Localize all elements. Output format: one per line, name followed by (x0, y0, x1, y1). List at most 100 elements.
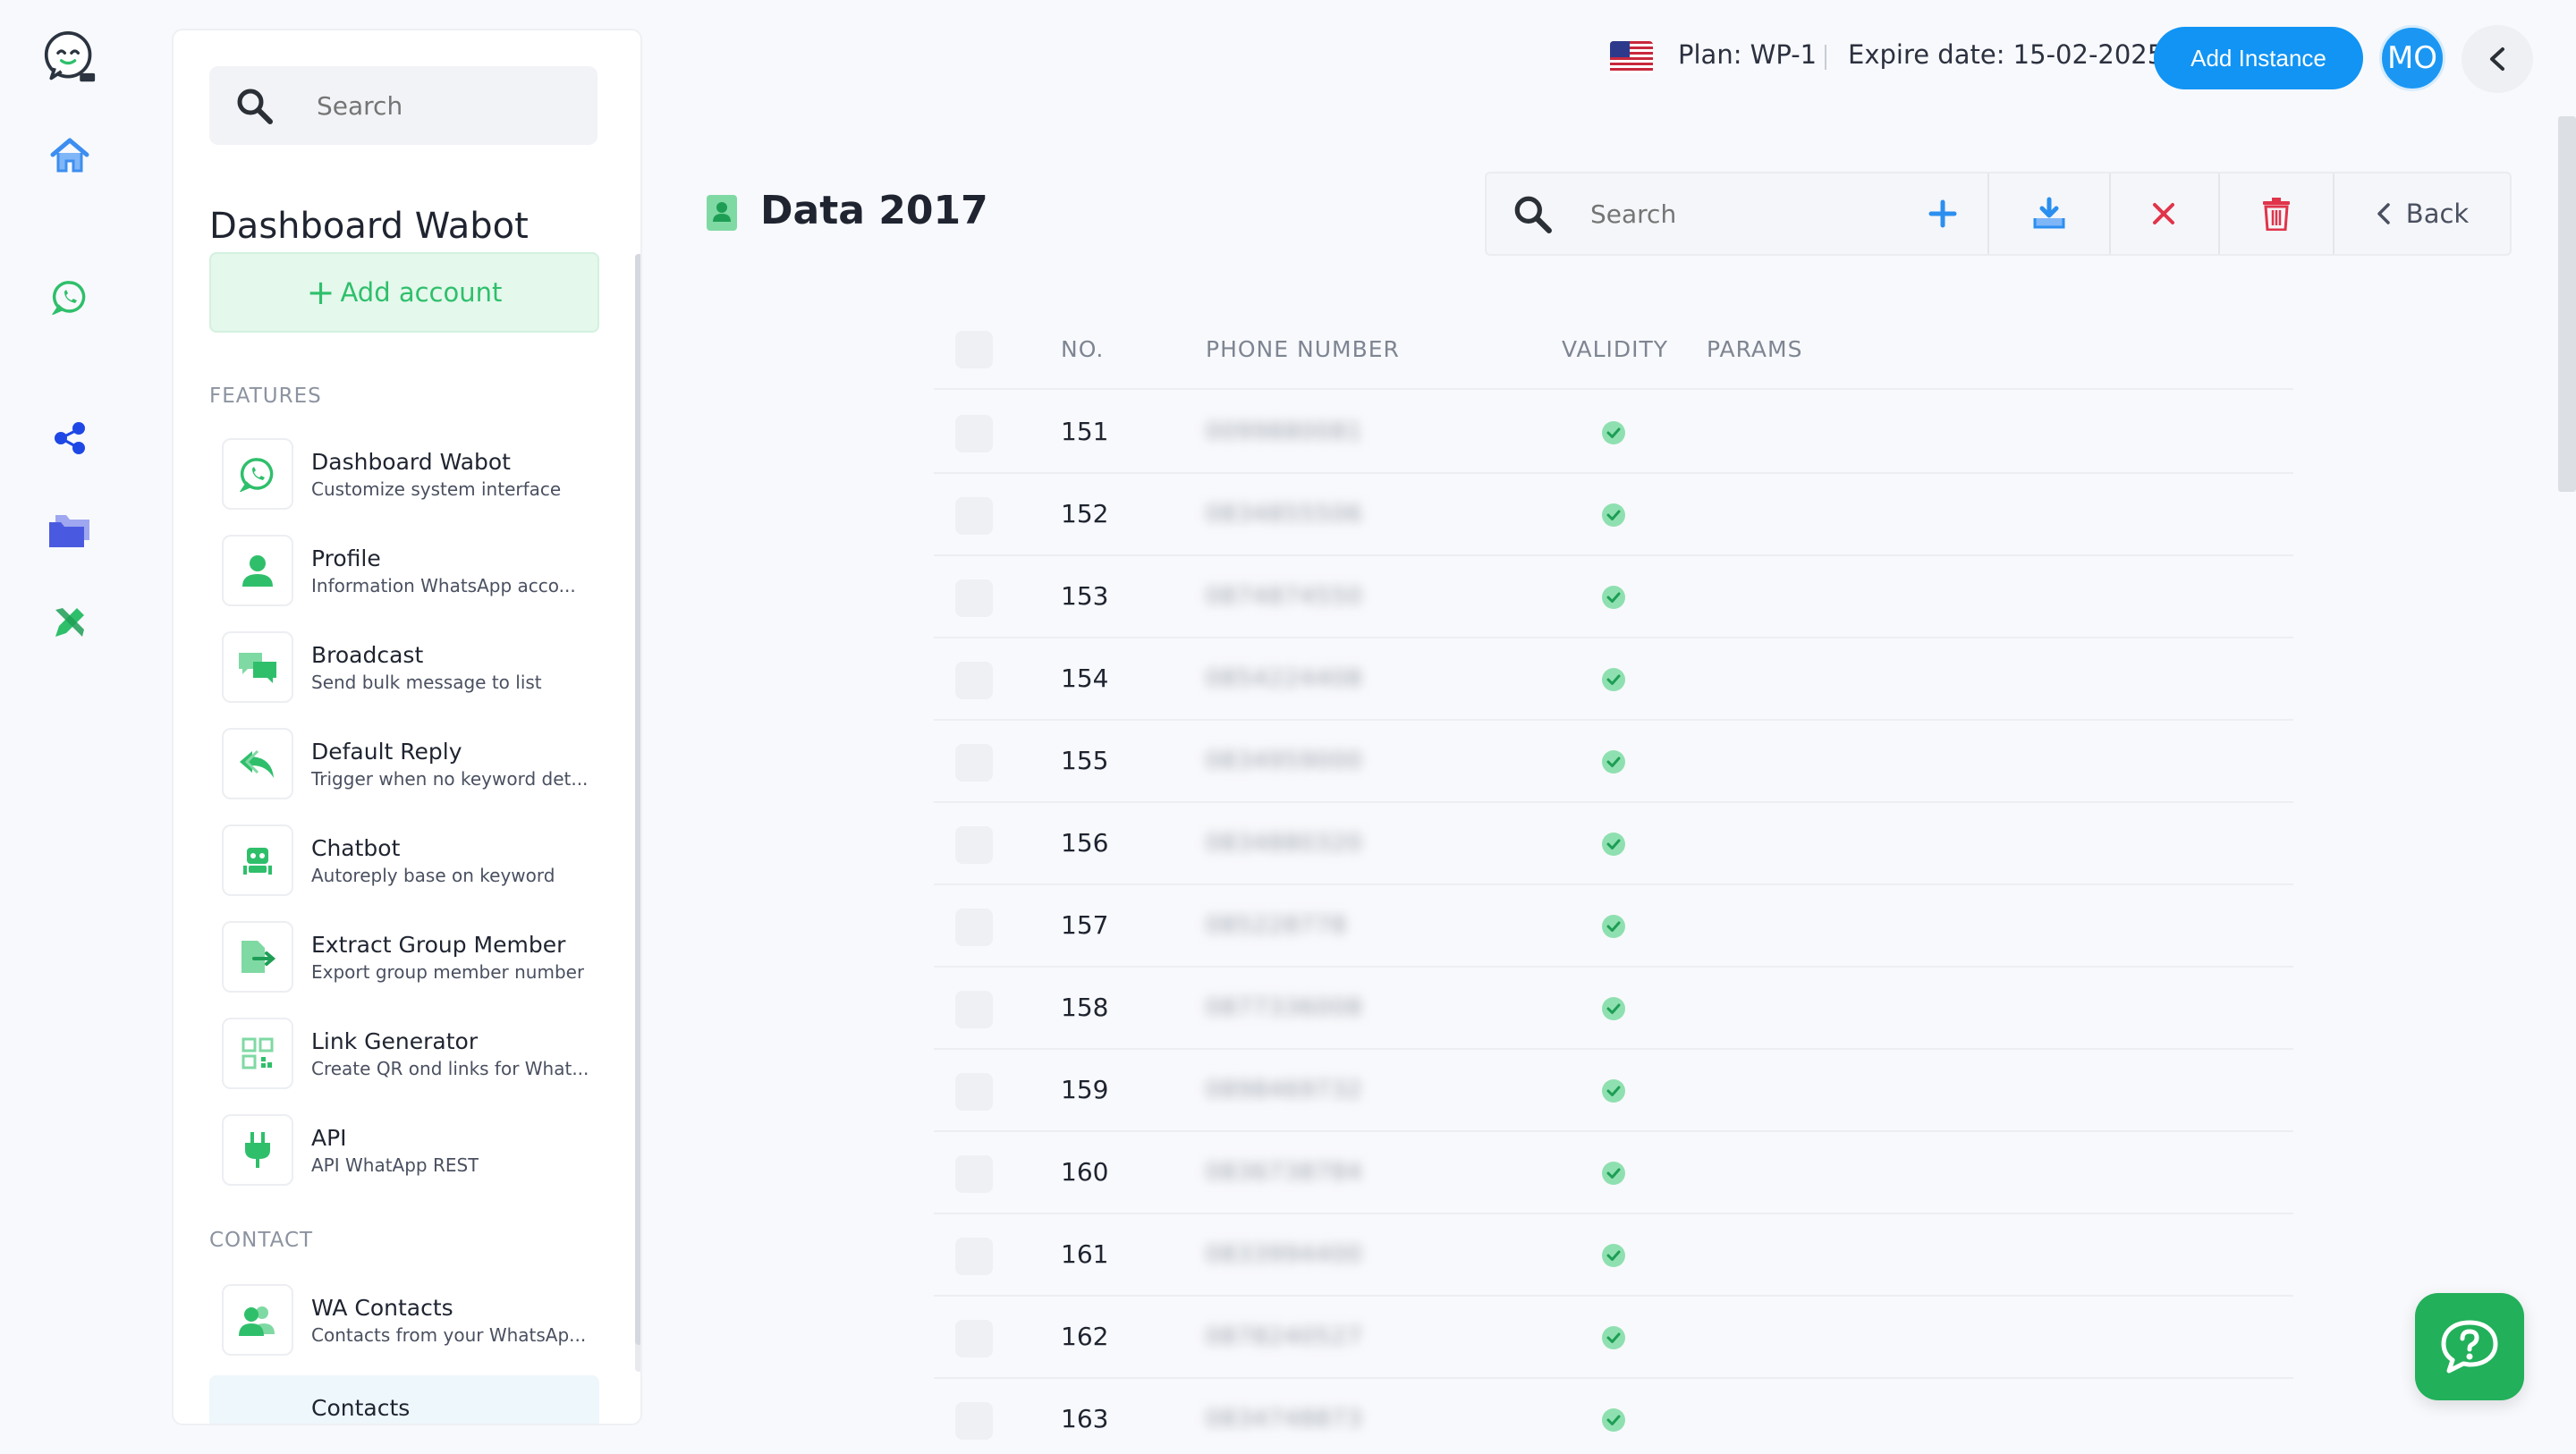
sidebar-item-profile[interactable]: Profile Information WhatsApp acco... (222, 533, 597, 608)
row-number: 161 (1061, 1239, 1109, 1269)
select-all-checkbox[interactable] (955, 331, 993, 368)
sidebar-scrollbar[interactable] (635, 254, 640, 1372)
item-title: Link Generator (311, 1027, 479, 1054)
table-row[interactable]: 152 0834855506 (934, 474, 2293, 556)
table-row[interactable]: 163 0834748873 (934, 1379, 2293, 1454)
item-title: Extract Group Member (311, 931, 566, 958)
add-button[interactable] (1907, 173, 1979, 254)
row-number: 151 (1061, 417, 1109, 446)
add-instance-button[interactable]: Add Instance (2154, 27, 2363, 89)
header-params[interactable]: PARAMS (1707, 336, 1802, 362)
table-row[interactable]: 153 0874874550 (934, 556, 2293, 638)
row-number: 159 (1061, 1075, 1109, 1104)
home-icon[interactable] (43, 129, 97, 182)
table-row[interactable]: 156 0834880320 (934, 803, 2293, 885)
sidebar-search[interactable] (209, 66, 597, 145)
table-row[interactable]: 154 0854224408 (934, 638, 2293, 721)
row-number: 158 (1061, 993, 1109, 1022)
sidebar-scrollbar-thumb[interactable] (635, 254, 640, 1345)
row-checkbox[interactable] (955, 991, 993, 1028)
row-number: 157 (1061, 910, 1109, 940)
sidebar-item-contacts[interactable]: Contacts (209, 1375, 599, 1424)
delete-button[interactable] (2220, 173, 2333, 254)
row-checkbox[interactable] (955, 1073, 993, 1111)
table-row[interactable]: 155 0834959000 (934, 721, 2293, 803)
row-checkbox[interactable] (955, 1155, 993, 1193)
row-phone-number: 0099880081 (1206, 418, 1363, 445)
share-nodes-icon[interactable] (43, 411, 97, 465)
sidebar-item-extract-group-member[interactable]: Extract Group Member Export group member… (222, 919, 597, 994)
row-checkbox[interactable] (955, 909, 993, 946)
table-row[interactable]: 160 0836738784 (934, 1132, 2293, 1214)
robot-icon (222, 824, 293, 896)
folders-icon[interactable] (43, 503, 97, 556)
sidebar-item-default-reply[interactable]: Default Reply Trigger when no keyword de… (222, 726, 597, 801)
valid-check-icon (1602, 915, 1625, 938)
table-row[interactable]: 157 085228778 (934, 885, 2293, 968)
table-row[interactable]: 162 0878240527 (934, 1297, 2293, 1379)
item-title: Dashboard Wabot (311, 448, 511, 475)
table-row[interactable]: 159 0898469732 (934, 1050, 2293, 1132)
row-checkbox[interactable] (955, 744, 993, 782)
item-title: WA Contacts (311, 1294, 453, 1321)
page-title: Data 2017 (760, 188, 988, 233)
sidebar-item-wa-contacts[interactable]: WA Contacts Contacts from your WhatsAp..… (222, 1282, 597, 1357)
sidebar-search-input[interactable] (317, 90, 585, 121)
us-flag-icon[interactable] (1610, 41, 1653, 73)
item-title: Contacts (311, 1395, 411, 1421)
valid-check-icon (1602, 1079, 1625, 1103)
row-checkbox[interactable] (955, 497, 993, 535)
contact-book-icon (707, 195, 737, 231)
row-phone-number: 0834880320 (1206, 830, 1363, 857)
sidebar-item-broadcast[interactable]: Broadcast Send bulk message to list (222, 630, 597, 705)
clear-button[interactable] (2111, 173, 2216, 254)
user-icon (222, 535, 293, 606)
valid-check-icon (1602, 997, 1625, 1020)
sidebar-title: Dashboard Wabot (209, 206, 529, 247)
row-phone-number: 0836738784 (1206, 1159, 1363, 1186)
expire-date-label: Expire date: 15-02-2025 (1848, 39, 2165, 70)
sidebar-item-link-generator[interactable]: Link Generator Create QR ond links for W… (222, 1016, 597, 1091)
add-account-label: Add account (340, 277, 503, 308)
whatsapp-icon (222, 438, 293, 510)
sidebar-item-api[interactable]: API API WhatApp REST (222, 1112, 597, 1188)
table-row[interactable]: 161 0833994400 (934, 1214, 2293, 1297)
row-number: 152 (1061, 499, 1109, 528)
row-phone-number: 0854224408 (1206, 665, 1363, 692)
bot-logo-icon[interactable] (43, 30, 97, 84)
page-scrollbar[interactable] (2558, 116, 2576, 492)
row-checkbox[interactable] (955, 1402, 993, 1440)
item-title: API (311, 1124, 347, 1151)
row-checkbox[interactable] (955, 1320, 993, 1357)
sidebar-panel: Dashboard Wabot + Add account FEATURES D… (172, 29, 642, 1425)
help-button[interactable] (2415, 1293, 2524, 1400)
header-phone-number[interactable]: PHONE NUMBER (1206, 336, 1400, 362)
row-checkbox[interactable] (955, 662, 993, 699)
pencil-tools-icon[interactable] (43, 596, 97, 649)
row-phone-number: 0834748873 (1206, 1406, 1363, 1433)
item-title: Default Reply (311, 738, 462, 765)
table-row[interactable]: 151 0099880081 (934, 392, 2293, 474)
avatar[interactable]: MO (2379, 25, 2445, 91)
whatsapp-icon[interactable] (43, 270, 97, 324)
sidebar-item-chatbot[interactable]: Chatbot Autoreply base on keyword (222, 823, 597, 898)
collapse-button[interactable] (2462, 25, 2533, 93)
item-subtitle: Export group member number (311, 960, 585, 983)
table-row[interactable]: 158 0877336008 (934, 968, 2293, 1050)
row-checkbox[interactable] (955, 415, 993, 452)
row-checkbox[interactable] (955, 826, 993, 864)
add-account-button[interactable]: + Add account (209, 252, 599, 333)
row-phone-number: 0834855506 (1206, 501, 1363, 528)
header-no[interactable]: NO. (1061, 336, 1104, 362)
row-checkbox[interactable] (955, 1238, 993, 1275)
valid-check-icon (1602, 1244, 1625, 1267)
table-search-input[interactable] (1590, 199, 1859, 229)
back-button[interactable]: Back (2334, 173, 2510, 254)
plus-icon: + (306, 273, 335, 312)
sidebar-item-dashboard-wabot[interactable]: Dashboard Wabot Customize system interfa… (222, 436, 597, 511)
download-button[interactable] (1989, 173, 2109, 254)
item-subtitle: Contacts from your WhatsAp... (311, 1323, 587, 1346)
header-validity[interactable]: VALIDITY (1562, 336, 1668, 362)
row-checkbox[interactable] (955, 579, 993, 617)
row-phone-number: 0877336008 (1206, 994, 1363, 1021)
